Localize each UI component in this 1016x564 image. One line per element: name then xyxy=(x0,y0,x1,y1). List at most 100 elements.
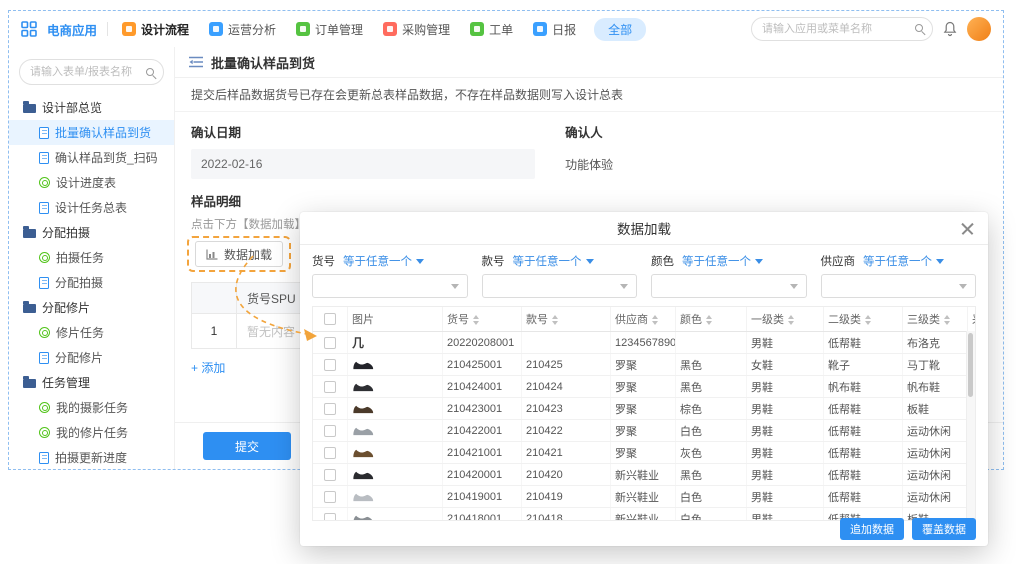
nav-tab-label: 订单管理 xyxy=(315,21,363,38)
all-apps-pill[interactable]: 全部 xyxy=(594,18,646,41)
filter-operator-dropdown[interactable]: 等于任意一个 xyxy=(513,253,594,269)
nav-tab[interactable]: 运营分析 xyxy=(209,21,276,38)
collapse-menu-icon[interactable] xyxy=(189,56,203,68)
product-table-wrap: 图片 货号 款号 供应商 颜色 一级类 xyxy=(312,306,976,521)
filter-field-label: 货号 xyxy=(312,253,335,269)
filter-operator-dropdown[interactable]: 等于任意一个 xyxy=(682,253,763,269)
nav-tab-label: 采购管理 xyxy=(402,21,450,38)
row-checkbox[interactable] xyxy=(324,491,336,503)
filter-value-select[interactable] xyxy=(651,274,807,298)
column-header[interactable]: 二级类 xyxy=(824,307,903,332)
app-search-input[interactable] xyxy=(751,17,933,41)
modal-title: 数据加载 xyxy=(617,218,671,238)
sidebar-item[interactable]: 拍摄更新进度 xyxy=(9,445,174,470)
color-cell: 灰色 xyxy=(676,442,747,464)
nav-tab[interactable]: 工单 xyxy=(470,21,513,38)
column-header[interactable]: 货号 xyxy=(443,307,522,332)
sort-icon xyxy=(865,315,871,325)
sidebar-search-input[interactable] xyxy=(19,59,164,85)
add-row-link[interactable]: + 添加 xyxy=(191,359,225,376)
row-checkbox[interactable] xyxy=(324,381,336,393)
app-grid-icon[interactable] xyxy=(21,21,37,37)
sidebar-item[interactable]: 我的修片任务 xyxy=(9,420,174,445)
column-header-label: 图片 xyxy=(352,314,374,326)
sort-icon xyxy=(706,315,712,325)
category2-cell: 低帮鞋 xyxy=(824,464,903,486)
table-row: 210419001 210419 新兴鞋业 白色 男鞋 低帮鞋 运动休闲 86 xyxy=(313,486,976,508)
data-load-button-label: 数据加载 xyxy=(224,246,272,263)
document-icon xyxy=(39,152,49,164)
row-checkbox[interactable] xyxy=(324,425,336,437)
column-header[interactable]: 款号 xyxy=(522,307,611,332)
product-code-cell: 210422001 xyxy=(443,420,522,442)
row-checkbox[interactable] xyxy=(324,403,336,415)
sort-icon xyxy=(944,315,950,325)
category2-cell: 低帮鞋 xyxy=(824,398,903,420)
sidebar-item[interactable]: 设计进度表 xyxy=(9,170,174,195)
bar-chart-icon xyxy=(206,249,218,260)
sidebar-item[interactable]: 分配修片 xyxy=(9,345,174,370)
row-checkbox[interactable] xyxy=(324,447,336,459)
nav-tab[interactable]: 日报 xyxy=(533,21,576,38)
folder-icon xyxy=(23,379,36,388)
column-header[interactable]: 一级类 xyxy=(747,307,824,332)
vertical-scrollbar[interactable] xyxy=(966,331,975,520)
app-tabs: 设计流程 运营分析 订单管理 采购管理 工单 xyxy=(122,21,576,38)
sidebar-item[interactable]: 我的摄影任务 xyxy=(9,395,174,420)
column-header-label: 供应商 xyxy=(615,314,648,326)
submit-button[interactable]: 提交 xyxy=(203,432,291,460)
sidebar-item[interactable]: 拍摄任务 xyxy=(9,245,174,270)
product-code-cell: 210423001 xyxy=(443,398,522,420)
notifications-icon[interactable] xyxy=(943,21,957,37)
sidebar-item[interactable]: 批量确认样品到货 xyxy=(9,120,174,145)
nav-tab[interactable]: 采购管理 xyxy=(383,21,450,38)
filter-operator-dropdown[interactable]: 等于任意一个 xyxy=(863,253,944,269)
row-checkbox[interactable] xyxy=(324,359,336,371)
category2-cell: 低帮鞋 xyxy=(824,442,903,464)
column-header[interactable]: 三级类 xyxy=(903,307,968,332)
nav-tab[interactable]: 设计流程 xyxy=(122,21,189,38)
append-data-button[interactable]: 追加数据 xyxy=(840,518,904,540)
scrollbar-thumb[interactable] xyxy=(968,333,973,397)
row-checkbox[interactable] xyxy=(324,513,336,521)
nav-tab[interactable]: 订单管理 xyxy=(296,21,363,38)
column-header[interactable]: 颜色 xyxy=(676,307,747,332)
sidebar-item[interactable]: 设计任务总表 xyxy=(9,195,174,220)
filter-operator-dropdown[interactable]: 等于任意一个 xyxy=(343,253,424,269)
filter-value-select[interactable] xyxy=(821,274,977,298)
row-checkbox[interactable] xyxy=(324,469,336,481)
chevron-down-icon xyxy=(451,284,459,289)
avatar[interactable] xyxy=(967,17,991,41)
chevron-down-icon xyxy=(755,259,763,264)
column-header[interactable]: 采购价 xyxy=(968,307,977,332)
filter-value-select[interactable] xyxy=(482,274,638,298)
sidebar-item[interactable]: 分配拍摄 xyxy=(9,270,174,295)
sidebar-item[interactable]: 分配拍摄 xyxy=(9,220,174,245)
sidebar: 设计部总览 批量确认样品到货 确认样品到货_扫码 xyxy=(9,47,175,469)
color-cell: 白色 xyxy=(676,486,747,508)
filter-value-select[interactable] xyxy=(312,274,468,298)
sidebar-item[interactable]: 修片任务 xyxy=(9,320,174,345)
sidebar-item[interactable]: 设计部总览 xyxy=(9,95,174,120)
product-code-cell: 210418001 xyxy=(443,508,522,522)
main-header: 批量确认样品到货 xyxy=(175,47,1003,78)
confirm-date-input[interactable]: 2022-02-16 xyxy=(191,149,535,179)
data-load-button[interactable]: 数据加载 xyxy=(195,241,283,267)
search-icon xyxy=(146,68,154,76)
sidebar-item[interactable]: 任务管理 xyxy=(9,370,174,395)
column-header-label: 二级类 xyxy=(828,314,861,326)
filter-operator-label: 等于任意一个 xyxy=(343,253,412,269)
modal-footer: 追加数据 覆盖数据 xyxy=(840,518,976,540)
close-icon[interactable] xyxy=(961,222,974,235)
select-all-checkbox[interactable] xyxy=(324,313,336,325)
style-code-cell: 210418 xyxy=(522,508,611,522)
sidebar-item-label: 任务管理 xyxy=(42,374,90,391)
overwrite-data-button[interactable]: 覆盖数据 xyxy=(912,518,976,540)
column-header[interactable]: 供应商 xyxy=(611,307,676,332)
sidebar-item[interactable]: 确认样品到货_扫码 xyxy=(9,145,174,170)
document-icon xyxy=(39,202,49,214)
column-header[interactable]: 图片 xyxy=(348,307,443,332)
sidebar-item[interactable]: 分配修片 xyxy=(9,295,174,320)
row-checkbox[interactable] xyxy=(324,337,336,349)
apps-menu-label[interactable]: 电商应用 xyxy=(47,20,97,39)
